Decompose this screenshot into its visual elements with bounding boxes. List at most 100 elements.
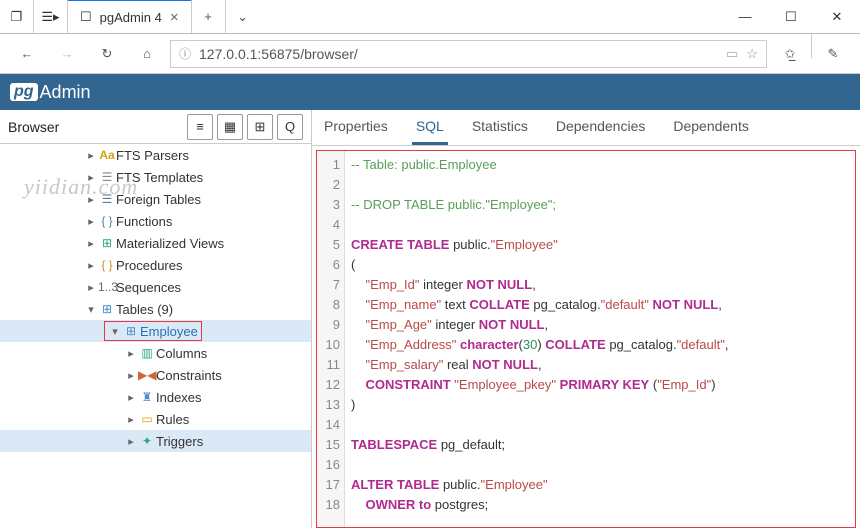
separator xyxy=(811,34,812,58)
node-label: FTS Parsers xyxy=(116,148,189,163)
node-label: Constraints xyxy=(156,368,222,383)
node-icon: ⊞ xyxy=(98,236,116,250)
node-icon: ☰ xyxy=(98,170,116,184)
tab-sql[interactable]: SQL xyxy=(412,110,448,145)
favorite-icon[interactable]: ☆ xyxy=(746,46,758,62)
node-label: Functions xyxy=(116,214,172,229)
browser-toolbar: ← → ↻ ⌂ ⓘ 127.0.0.1:56875/browser/ ▭ ☆ ✩… xyxy=(0,34,860,74)
tree-node[interactable]: ▸{ }Procedures xyxy=(0,254,311,276)
node-icon: ⊞ xyxy=(98,302,116,316)
node-icon: ☰ xyxy=(98,192,116,206)
tree-node[interactable]: ▸✦Triggers xyxy=(0,430,311,452)
expand-arrow-icon[interactable]: ▸ xyxy=(124,413,138,426)
tree-node[interactable]: ▸▶◀Constraints xyxy=(0,364,311,386)
node-label: Foreign Tables xyxy=(116,192,201,207)
tabs-icon[interactable]: ☰▸ xyxy=(34,0,68,34)
window-titlebar: ❐ ☰▸ ☐ pgAdmin 4 × + ⌄ — ☐ ✕ xyxy=(0,0,860,34)
expand-arrow-icon[interactable]: ▾ xyxy=(84,303,98,316)
expand-arrow-icon[interactable]: ▸ xyxy=(124,391,138,404)
browser-btn-grid-icon[interactable]: ▦ xyxy=(217,114,243,140)
expand-arrow-icon[interactable]: ▸ xyxy=(124,347,138,360)
taskview-icon[interactable]: ❐ xyxy=(0,0,34,34)
expand-arrow-icon[interactable]: ▸ xyxy=(84,259,98,272)
expand-arrow-icon[interactable]: ▸ xyxy=(124,435,138,448)
expand-arrow-icon[interactable]: ▸ xyxy=(84,281,98,294)
node-label: Tables (9) xyxy=(116,302,173,317)
tree-node[interactable]: ▸{ }Functions xyxy=(0,210,311,232)
favorites-list-icon[interactable]: ✩̲ xyxy=(773,34,807,74)
tree-node[interactable]: ▸⊞Materialized Views xyxy=(0,232,311,254)
tab-icon: ☐ xyxy=(80,9,92,25)
tab-properties[interactable]: Properties xyxy=(320,110,392,145)
expand-arrow-icon[interactable]: ▸ xyxy=(84,171,98,184)
browser-panel: Browser ≡ ▦ ⊞ Q yiidian.com ▸AaFTS Parse… xyxy=(0,110,312,528)
maximize-button[interactable]: ☐ xyxy=(768,0,814,34)
close-window-button[interactable]: ✕ xyxy=(814,0,860,34)
pgadmin-logo: pgAdmin xyxy=(10,82,91,103)
address-bar[interactable]: ⓘ 127.0.0.1:56875/browser/ ▭ ☆ xyxy=(170,40,767,68)
line-gutter: 123456789101112131415161718 xyxy=(317,151,345,527)
node-label: Indexes xyxy=(156,390,202,405)
tab-dependents[interactable]: Dependents xyxy=(669,110,753,145)
node-icon: ▭ xyxy=(138,412,156,426)
browser-btn-search-icon[interactable]: Q xyxy=(277,114,303,140)
site-info-icon[interactable]: ⓘ xyxy=(179,45,191,62)
browser-btn-filter-icon[interactable]: ⊞ xyxy=(247,114,273,140)
node-icon: Aa xyxy=(98,148,116,162)
object-tree[interactable]: yiidian.com ▸AaFTS Parsers▸☰FTS Template… xyxy=(0,144,311,528)
node-label: Procedures xyxy=(116,258,182,273)
back-button[interactable]: ← xyxy=(10,34,44,74)
new-tab-button[interactable]: + xyxy=(192,0,226,34)
node-icon: { } xyxy=(98,258,116,272)
expand-arrow-icon[interactable]: ▸ xyxy=(84,193,98,206)
highlighted-node[interactable]: ▾⊞Employee xyxy=(104,321,202,341)
forward-button: → xyxy=(50,34,84,74)
node-icon: { } xyxy=(98,214,116,228)
tree-node[interactable]: ▸☰Foreign Tables xyxy=(0,188,311,210)
reader-icon[interactable]: ▭ xyxy=(726,46,738,62)
node-label: Materialized Views xyxy=(116,236,224,251)
node-label: Sequences xyxy=(116,280,181,295)
tree-node[interactable]: ▸AaFTS Parsers xyxy=(0,144,311,166)
browser-panel-title: Browser xyxy=(8,119,59,135)
node-label: Rules xyxy=(156,412,189,427)
tree-node[interactable]: ▸▭Rules xyxy=(0,408,311,430)
browser-btn-db-icon[interactable]: ≡ xyxy=(187,114,213,140)
tree-node[interactable]: ▸♜Indexes xyxy=(0,386,311,408)
minimize-button[interactable]: — xyxy=(722,0,768,34)
node-icon: 1..3 xyxy=(98,280,116,294)
notes-icon[interactable]: ✎ xyxy=(816,34,850,74)
content-panel: Properties SQL Statistics Dependencies Depen… xyxy=(312,110,860,528)
tree-node[interactable]: ▸1..3Sequences xyxy=(0,276,311,298)
refresh-button[interactable]: ↻ xyxy=(90,34,124,74)
tree-node[interactable]: ▾⊞Employee xyxy=(0,320,311,342)
browser-panel-header: Browser ≡ ▦ ⊞ Q xyxy=(0,110,311,144)
browser-tab-active[interactable]: ☐ pgAdmin 4 × xyxy=(68,0,192,33)
sql-code[interactable]: -- Table: public.Employee -- DROP TABLE … xyxy=(345,151,855,527)
content-tabs: Properties SQL Statistics Dependencies Depen… xyxy=(312,110,860,146)
tab-statistics[interactable]: Statistics xyxy=(468,110,532,145)
tabs-dropdown-icon[interactable]: ⌄ xyxy=(226,0,260,34)
tree-node[interactable]: ▸☰FTS Templates xyxy=(0,166,311,188)
home-button[interactable]: ⌂ xyxy=(130,34,164,74)
expand-arrow-icon[interactable]: ▸ xyxy=(84,237,98,250)
expand-arrow-icon[interactable]: ▸ xyxy=(84,149,98,162)
expand-arrow-icon[interactable]: ▸ xyxy=(124,369,138,382)
node-label: Employee xyxy=(140,324,198,339)
tree-node[interactable]: ▸▥Columns xyxy=(0,342,311,364)
node-label: Triggers xyxy=(156,434,203,449)
pgadmin-header: pgAdmin xyxy=(0,74,860,110)
node-icon: ♜ xyxy=(138,390,156,404)
node-label: FTS Templates xyxy=(116,170,203,185)
node-icon: ✦ xyxy=(138,434,156,448)
tree-node[interactable]: ▾⊞Tables (9) xyxy=(0,298,311,320)
tab-title: pgAdmin 4 xyxy=(100,10,162,25)
expand-arrow-icon[interactable]: ▾ xyxy=(108,325,122,338)
node-icon: ▥ xyxy=(138,346,156,360)
node-icon: ⊞ xyxy=(122,324,140,338)
expand-arrow-icon[interactable]: ▸ xyxy=(84,215,98,228)
node-label: Columns xyxy=(156,346,207,361)
tab-dependencies[interactable]: Dependencies xyxy=(552,110,650,145)
sql-editor[interactable]: 123456789101112131415161718 -- Table: pu… xyxy=(316,150,856,528)
close-tab-icon[interactable]: × xyxy=(170,9,179,26)
